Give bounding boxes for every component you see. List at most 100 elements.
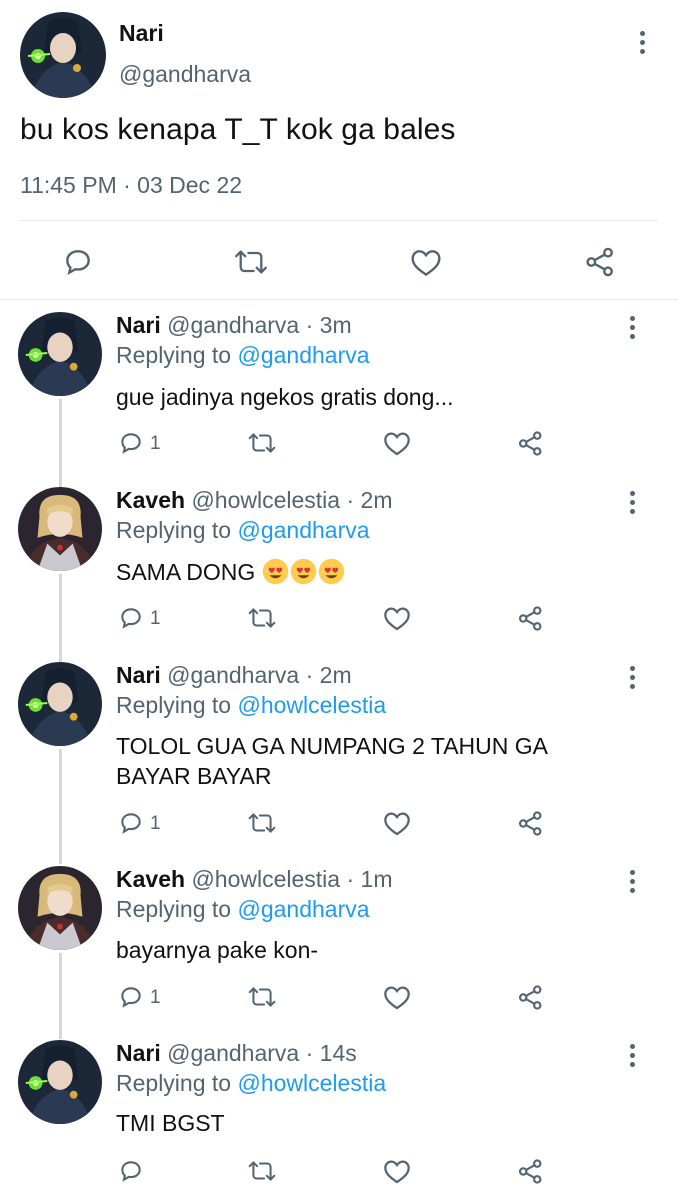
- nari-avatar-image: [18, 312, 102, 396]
- thread-line: [59, 953, 62, 1039]
- more-options-icon[interactable]: [630, 870, 636, 897]
- reply-text: bayarnya pake kon-: [116, 937, 319, 963]
- separator: ·: [299, 1040, 320, 1066]
- like-icon[interactable]: [382, 428, 412, 458]
- retweet-icon[interactable]: [246, 428, 278, 458]
- reply-icon[interactable]: [117, 982, 145, 1012]
- nari-avatar-image: [20, 12, 106, 98]
- reply-header: Kaveh @howlcelestia · 2m: [116, 487, 392, 514]
- more-options-icon[interactable]: [630, 491, 636, 518]
- replying-to: Replying to @howlcelestia: [116, 692, 386, 719]
- reply-time[interactable]: 1m: [361, 866, 393, 892]
- thread-line: [59, 399, 62, 487]
- reply-text-container: SAMA DONG: [116, 557, 606, 587]
- separator: ·: [340, 487, 361, 513]
- retweet-icon[interactable]: [246, 603, 278, 633]
- more-options-icon[interactable]: [640, 31, 646, 58]
- author-handle[interactable]: @gandharva: [167, 662, 299, 688]
- emoji-group: [262, 558, 346, 585]
- reply-text: TMI BGST: [116, 1110, 225, 1136]
- heart-eyes-emoji: [318, 558, 344, 585]
- reply-text: TOLOL GUA GA NUMPANG 2 TAHUN GA BAYAR BA…: [116, 733, 547, 789]
- author-name[interactable]: Nari: [116, 662, 161, 688]
- separator: ·: [299, 312, 320, 338]
- author-name[interactable]: Kaveh: [116, 866, 185, 892]
- author-handle[interactable]: @howlcelestia: [191, 866, 340, 892]
- replying-label: Replying to: [116, 342, 232, 368]
- reply-count: 1: [150, 433, 161, 454]
- replying-label: Replying to: [116, 517, 232, 543]
- avatar[interactable]: [18, 866, 102, 950]
- nari-avatar-image: [18, 662, 102, 746]
- reply-time[interactable]: 3m: [320, 312, 352, 338]
- reply-icon[interactable]: [117, 428, 145, 458]
- thread-line: [59, 749, 62, 864]
- author-name[interactable]: Kaveh: [116, 487, 185, 513]
- reply-time[interactable]: 14s: [320, 1040, 357, 1066]
- avatar[interactable]: [18, 487, 102, 571]
- tweet-text: bu kos kenapa T_T kok ga bales: [20, 113, 456, 146]
- retweet-icon[interactable]: [232, 244, 270, 280]
- replying-to: Replying to @gandharva: [116, 896, 370, 923]
- more-options-icon[interactable]: [630, 316, 636, 343]
- author-handle[interactable]: @gandharva: [119, 61, 251, 88]
- reply-time[interactable]: 2m: [320, 662, 352, 688]
- retweet-icon[interactable]: [246, 982, 278, 1012]
- kaveh-avatar-image: [18, 487, 102, 571]
- reply-header: Nari @gandharva · 3m: [116, 312, 352, 339]
- heart-eyes-emoji: [290, 558, 316, 585]
- share-icon[interactable]: [515, 428, 545, 458]
- tweet-timestamp[interactable]: 11:45 PM · 03 Dec 22: [20, 172, 242, 199]
- author-handle[interactable]: @gandharva: [167, 312, 299, 338]
- avatar[interactable]: [20, 12, 106, 98]
- share-icon[interactable]: [582, 244, 618, 280]
- replying-label: Replying to: [116, 692, 232, 718]
- more-options-icon[interactable]: [630, 1044, 636, 1071]
- reply-count: 1: [150, 813, 161, 834]
- share-icon[interactable]: [515, 603, 545, 633]
- reply-icon[interactable]: [60, 244, 96, 280]
- reply-text: SAMA DONG: [116, 559, 256, 585]
- kaveh-avatar-image: [18, 866, 102, 950]
- share-icon[interactable]: [515, 1156, 545, 1186]
- like-icon[interactable]: [382, 603, 412, 633]
- like-icon[interactable]: [408, 244, 444, 280]
- like-icon[interactable]: [382, 808, 412, 838]
- like-icon[interactable]: [382, 982, 412, 1012]
- retweet-icon[interactable]: [246, 808, 278, 838]
- like-icon[interactable]: [382, 1156, 412, 1186]
- share-icon[interactable]: [515, 808, 545, 838]
- author-handle[interactable]: @howlcelestia: [191, 487, 340, 513]
- replying-to-link[interactable]: @gandharva: [237, 517, 369, 543]
- reply-text: gue jadinya ngekos gratis dong...: [116, 384, 454, 410]
- author-name[interactable]: Nari: [116, 1040, 161, 1066]
- replying-to-link[interactable]: @howlcelestia: [237, 1070, 386, 1096]
- avatar[interactable]: [18, 1040, 102, 1124]
- replying-label: Replying to: [116, 896, 232, 922]
- reply-header: Kaveh @howlcelestia · 1m: [116, 866, 392, 893]
- replying-to-link[interactable]: @howlcelestia: [237, 692, 386, 718]
- nari-avatar-image: [18, 1040, 102, 1124]
- separator: ·: [340, 866, 361, 892]
- share-icon[interactable]: [515, 982, 545, 1012]
- divider: [0, 299, 678, 300]
- replying-to-link[interactable]: @gandharva: [237, 342, 369, 368]
- reply-icon[interactable]: [117, 603, 145, 633]
- author-name[interactable]: Nari: [119, 20, 164, 47]
- more-options-icon[interactable]: [630, 666, 636, 693]
- avatar[interactable]: [18, 312, 102, 396]
- reply-icon[interactable]: [117, 808, 145, 838]
- reply-header: Nari @gandharva · 2m: [116, 662, 352, 689]
- reply-count: 1: [150, 987, 161, 1008]
- reply-icon[interactable]: [117, 1156, 145, 1186]
- divider: [20, 220, 658, 221]
- reply-time[interactable]: 2m: [361, 487, 393, 513]
- author-name[interactable]: Nari: [116, 312, 161, 338]
- author-handle[interactable]: @gandharva: [167, 1040, 299, 1066]
- retweet-icon[interactable]: [246, 1156, 278, 1186]
- separator: ·: [299, 662, 320, 688]
- heart-eyes-emoji: [262, 558, 288, 585]
- replying-to: Replying to @gandharva: [116, 342, 370, 369]
- avatar[interactable]: [18, 662, 102, 746]
- replying-to-link[interactable]: @gandharva: [237, 896, 369, 922]
